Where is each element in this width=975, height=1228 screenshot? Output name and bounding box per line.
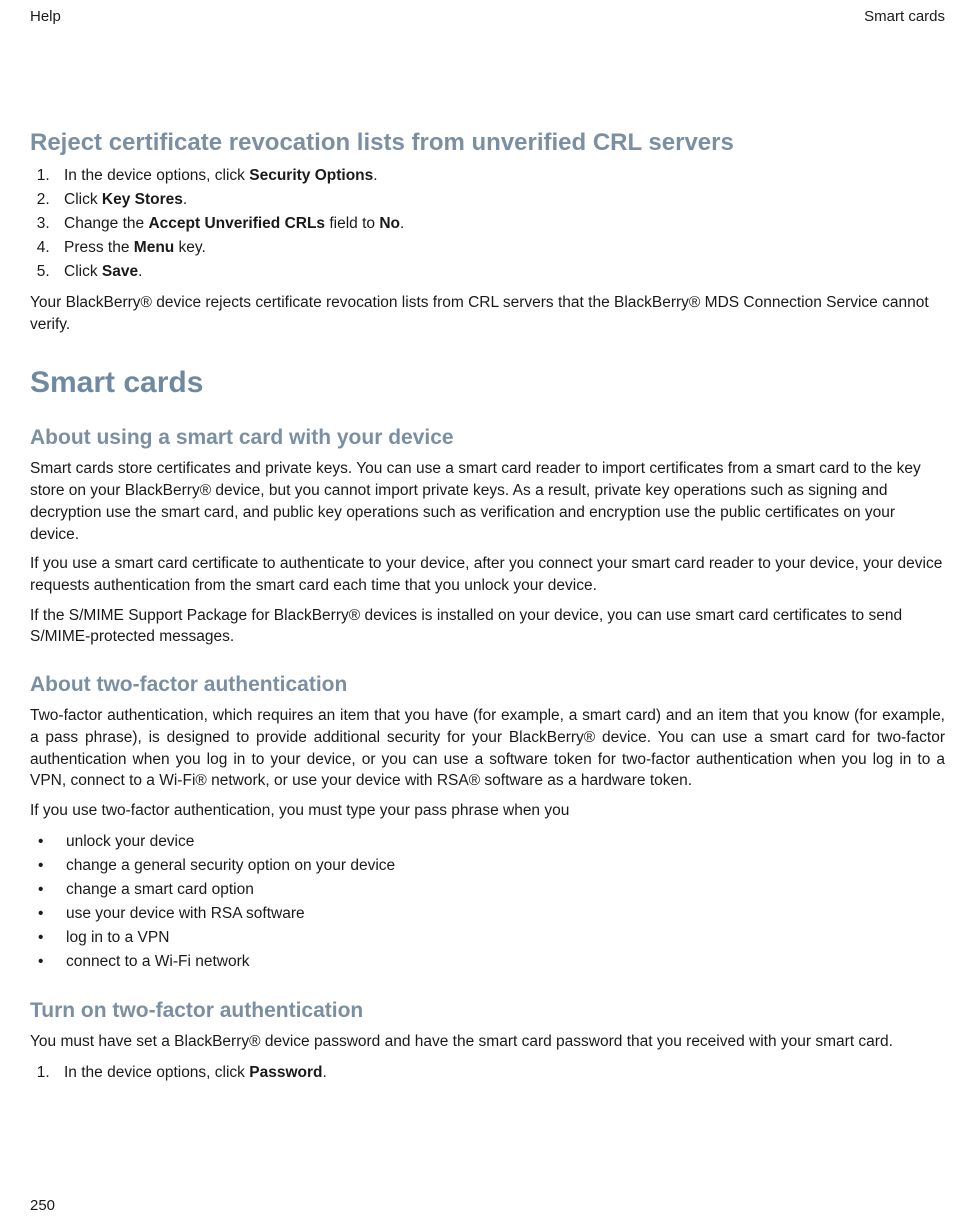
list-item: connect to a Wi-Fi network bbox=[34, 950, 945, 974]
page: Help Smart cards Reject certificate revo… bbox=[0, 0, 975, 1228]
steps-reject-crl: In the device options, click Security Op… bbox=[30, 164, 945, 284]
step-bold: Save bbox=[102, 263, 138, 280]
step-bold: Security Options bbox=[249, 167, 373, 184]
heading-reject-crl: Reject certificate revocation lists from… bbox=[30, 129, 945, 158]
bullet-text: change a general security option on your… bbox=[66, 857, 395, 874]
steps-turn-on-two-factor: In the device options, click Password. bbox=[30, 1061, 945, 1085]
step-bold: Accept Unverified CRLs bbox=[148, 215, 325, 232]
step-text: . bbox=[183, 191, 187, 208]
step-bold: Password bbox=[249, 1064, 322, 1081]
step-text: . bbox=[138, 263, 142, 280]
list-item: Click Save. bbox=[54, 260, 945, 284]
step-text: Change the bbox=[64, 215, 148, 232]
list-item: unlock your device bbox=[34, 830, 945, 854]
heading-two-factor: About two-factor authentication bbox=[30, 672, 945, 697]
step-text: Click bbox=[64, 191, 102, 208]
page-number: 250 bbox=[30, 1197, 55, 1214]
list-item: Click Key Stores. bbox=[54, 188, 945, 212]
note-reject-crl: Your BlackBerry® device rejects certific… bbox=[30, 292, 945, 335]
heading-turn-on-two-factor: Turn on two-factor authentication bbox=[30, 998, 945, 1023]
para-turn-on-two-factor: You must have set a BlackBerry® device p… bbox=[30, 1031, 945, 1053]
list-item: use your device with RSA software bbox=[34, 902, 945, 926]
step-text: key. bbox=[174, 239, 206, 256]
header-left: Help bbox=[30, 8, 61, 25]
step-text: field to bbox=[325, 215, 379, 232]
list-item: Change the Accept Unverified CRLs field … bbox=[54, 212, 945, 236]
bullet-text: change a smart card option bbox=[66, 881, 254, 898]
list-item: change a smart card option bbox=[34, 878, 945, 902]
bullet-text: unlock your device bbox=[66, 833, 194, 850]
heading-smart-cards: Smart cards bbox=[30, 365, 945, 401]
header-right: Smart cards bbox=[864, 8, 945, 25]
step-text: In the device options, click bbox=[64, 1064, 249, 1081]
para-about-smart-card-1: Smart cards store certificates and priva… bbox=[30, 458, 945, 545]
step-bold: Key Stores bbox=[102, 191, 183, 208]
list-item: In the device options, click Security Op… bbox=[54, 164, 945, 188]
para-two-factor-1: Two-factor authentication, which require… bbox=[30, 705, 945, 792]
bullet-text: connect to a Wi-Fi network bbox=[66, 953, 249, 970]
heading-about-smart-card: About using a smart card with your devic… bbox=[30, 425, 945, 450]
step-text: In the device options, click bbox=[64, 167, 249, 184]
bullets-two-factor: unlock your device change a general secu… bbox=[30, 830, 945, 974]
step-text: . bbox=[322, 1064, 326, 1081]
list-item: Press the Menu key. bbox=[54, 236, 945, 260]
list-item: log in to a VPN bbox=[34, 926, 945, 950]
step-text: . bbox=[400, 215, 404, 232]
bullet-text: use your device with RSA software bbox=[66, 905, 305, 922]
step-bold: Menu bbox=[134, 239, 174, 256]
step-text: . bbox=[373, 167, 377, 184]
bullet-text: log in to a VPN bbox=[66, 929, 169, 946]
para-about-smart-card-3: If the S/MIME Support Package for BlackB… bbox=[30, 605, 945, 648]
para-two-factor-2: If you use two-factor authentication, yo… bbox=[30, 800, 945, 822]
page-header: Help Smart cards bbox=[30, 0, 945, 105]
list-item: In the device options, click Password. bbox=[54, 1061, 945, 1085]
list-item: change a general security option on your… bbox=[34, 854, 945, 878]
para-about-smart-card-2: If you use a smart card certificate to a… bbox=[30, 553, 945, 596]
step-text: Click bbox=[64, 263, 102, 280]
step-text: Press the bbox=[64, 239, 134, 256]
step-bold: No bbox=[379, 215, 400, 232]
